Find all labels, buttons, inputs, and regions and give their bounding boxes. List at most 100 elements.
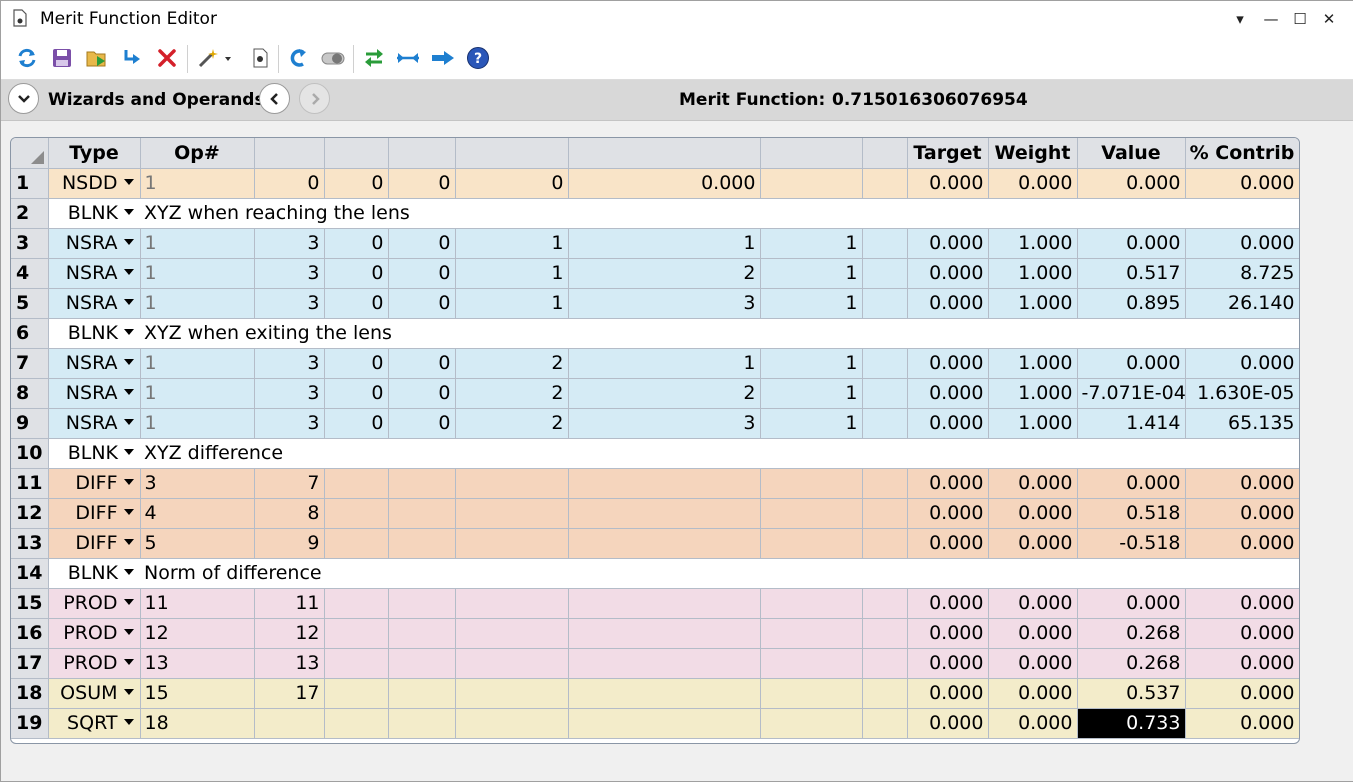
param-cell[interactable]: 3: [568, 288, 761, 319]
column-header[interactable]: [760, 138, 863, 169]
value-cell[interactable]: 0.268: [1077, 648, 1186, 679]
table-row[interactable]: 8 NSRA 1 3 0 0 2 2 1 0.000 1.000 -7.071E-04 1.630E-0…: [11, 378, 1299, 409]
param-cell[interactable]: 0: [324, 258, 389, 289]
param-cell[interactable]: 1: [455, 288, 569, 319]
weight-cell[interactable]: 0.000: [988, 678, 1078, 709]
operand-type-cell[interactable]: PROD: [48, 588, 141, 619]
row-number[interactable]: 18: [11, 678, 49, 709]
dropdown-arrow-icon[interactable]: [123, 658, 134, 665]
op-number-cell[interactable]: 18: [140, 708, 255, 739]
param-cell[interactable]: 1: [760, 288, 863, 319]
row-number[interactable]: 19: [11, 708, 49, 739]
row-number[interactable]: 12: [11, 498, 49, 529]
op-number-cell[interactable]: 1: [140, 258, 255, 289]
row-number[interactable]: 2: [11, 198, 49, 229]
param-cell[interactable]: 12: [254, 618, 325, 649]
param-cell[interactable]: 3: [254, 348, 325, 379]
column-header[interactable]: [568, 138, 761, 169]
param-cell[interactable]: [862, 468, 908, 499]
operand-type-cell[interactable]: NSRA: [48, 348, 141, 379]
param-cell[interactable]: [760, 618, 863, 649]
param-cell[interactable]: [862, 528, 908, 559]
column-header[interactable]: Op#: [140, 138, 255, 169]
param-cell[interactable]: [862, 408, 908, 439]
param-cell[interactable]: [862, 168, 908, 199]
operand-type-cell[interactable]: BLNK: [48, 438, 140, 469]
weight-cell[interactable]: 1.000: [988, 348, 1078, 379]
value-cell[interactable]: 0.000: [1077, 348, 1186, 379]
delete-icon[interactable]: [154, 45, 180, 71]
row-number[interactable]: 4: [11, 258, 49, 289]
target-cell[interactable]: 0.000: [907, 468, 989, 499]
param-cell[interactable]: 3: [568, 408, 761, 439]
weight-cell[interactable]: 0.000: [988, 528, 1078, 559]
target-cell[interactable]: 0.000: [907, 588, 989, 619]
op-number-cell[interactable]: 1: [140, 228, 255, 259]
row-number[interactable]: 6: [11, 318, 49, 349]
operand-type-cell[interactable]: DIFF: [48, 498, 141, 529]
maximize-button[interactable]: ☐: [1286, 7, 1314, 31]
value-cell[interactable]: 1.414: [1077, 408, 1186, 439]
table-row[interactable]: 5 NSRA 1 3 0 0 1 3 1 0.000 1.000 0.895 26.140: [11, 288, 1299, 319]
value-cell[interactable]: 0.733: [1077, 708, 1186, 739]
dropdown-arrow-icon[interactable]: [123, 688, 134, 695]
param-cell[interactable]: 0: [324, 228, 389, 259]
row-number[interactable]: 13: [11, 528, 49, 559]
param-cell[interactable]: [568, 528, 761, 559]
param-cell[interactable]: [760, 708, 863, 739]
column-header[interactable]: [324, 138, 389, 169]
param-cell[interactable]: [455, 588, 569, 619]
wizard-icon[interactable]: [197, 45, 235, 71]
expand-wizards-button[interactable]: [8, 83, 39, 114]
param-cell[interactable]: [455, 618, 569, 649]
row-number[interactable]: 16: [11, 618, 49, 649]
dropdown-arrow-icon[interactable]: [123, 388, 134, 395]
column-header[interactable]: Value: [1077, 138, 1186, 169]
param-cell[interactable]: 1: [568, 228, 761, 259]
param-cell[interactable]: [455, 708, 569, 739]
column-header[interactable]: [388, 138, 456, 169]
param-cell[interactable]: [862, 618, 908, 649]
param-cell[interactable]: 0: [324, 168, 389, 199]
operand-type-cell[interactable]: DIFF: [48, 528, 141, 559]
row-number[interactable]: 1: [11, 168, 49, 199]
param-cell[interactable]: [760, 588, 863, 619]
param-cell[interactable]: [388, 618, 456, 649]
param-cell[interactable]: 13: [254, 648, 325, 679]
op-number-cell[interactable]: 5: [140, 528, 255, 559]
operand-type-cell[interactable]: BLNK: [48, 558, 140, 589]
value-cell[interactable]: 0.000: [1077, 228, 1186, 259]
param-cell[interactable]: 0: [388, 378, 456, 409]
dropdown-arrow-icon[interactable]: [123, 178, 134, 185]
row-number[interactable]: 10: [11, 438, 49, 469]
param-cell[interactable]: [862, 708, 908, 739]
row-number[interactable]: 14: [11, 558, 49, 589]
value-cell[interactable]: 0.268: [1077, 618, 1186, 649]
param-cell[interactable]: [862, 678, 908, 709]
operand-type-cell[interactable]: BLNK: [48, 318, 140, 349]
table-row[interactable]: 16 PROD 12 12 0.000 0.000 0.268 0.000: [11, 618, 1299, 649]
value-cell[interactable]: 0.000: [1077, 468, 1186, 499]
row-number[interactable]: 8: [11, 378, 49, 409]
dropdown-arrow-icon[interactable]: [124, 568, 134, 575]
target-cell[interactable]: 0.000: [907, 228, 989, 259]
row-number[interactable]: 11: [11, 468, 49, 499]
row-number[interactable]: 15: [11, 588, 49, 619]
toggle-icon[interactable]: [320, 45, 346, 71]
param-cell[interactable]: 3: [254, 258, 325, 289]
op-number-cell[interactable]: 13: [140, 648, 255, 679]
target-cell[interactable]: 0.000: [907, 168, 989, 199]
target-cell[interactable]: 0.000: [907, 498, 989, 529]
param-cell[interactable]: [254, 708, 325, 739]
param-cell[interactable]: [760, 498, 863, 529]
dropdown-arrow-icon[interactable]: [123, 298, 134, 305]
operand-type-cell[interactable]: SQRT: [48, 708, 141, 739]
param-cell[interactable]: 2: [455, 378, 569, 409]
param-cell[interactable]: 9: [254, 528, 325, 559]
param-cell[interactable]: 17: [254, 678, 325, 709]
target-cell[interactable]: 0.000: [907, 378, 989, 409]
param-cell[interactable]: [324, 678, 389, 709]
param-cell[interactable]: 0: [388, 348, 456, 379]
close-button[interactable]: ✕: [1315, 7, 1343, 31]
operand-type-cell[interactable]: NSRA: [48, 408, 141, 439]
